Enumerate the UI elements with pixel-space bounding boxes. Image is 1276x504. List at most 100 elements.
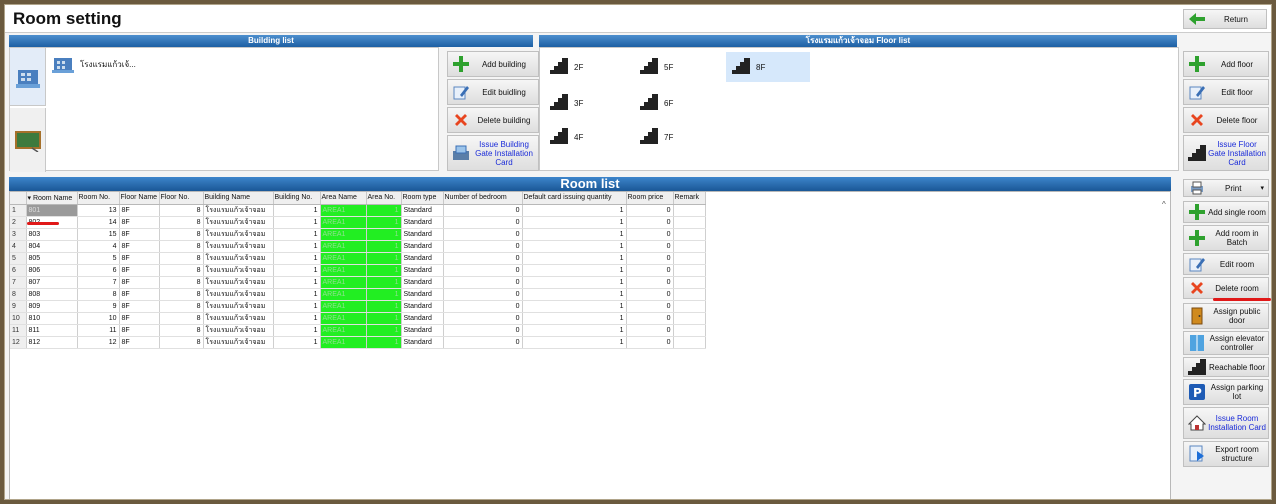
cell-area[interactable]: AREA1 (320, 300, 367, 313)
cell-price[interactable]: 0 (626, 300, 674, 313)
cell-price[interactable]: 0 (626, 324, 674, 337)
cell-bno[interactable]: 1 (273, 336, 321, 349)
cell-no[interactable]: 11 (77, 324, 120, 337)
cell-remark[interactable] (673, 276, 706, 289)
cell-cards[interactable]: 1 (522, 252, 627, 265)
cell-price[interactable]: 0 (626, 312, 674, 325)
cell-area[interactable]: AREA1 (320, 288, 367, 301)
cell-areano[interactable]: 1 (366, 216, 402, 229)
reachable-floor-button[interactable]: Reachable floor (1183, 357, 1269, 377)
cell-room[interactable]: 801 (26, 204, 78, 217)
cell-bno[interactable]: 1 (273, 312, 321, 325)
cell-cards[interactable]: 1 (522, 204, 627, 217)
cell-cards[interactable]: 1 (522, 300, 627, 313)
cell-floor[interactable]: 8F (119, 300, 160, 313)
cell-bno[interactable]: 1 (273, 276, 321, 289)
cell-remark[interactable] (673, 204, 706, 217)
col-room-price[interactable]: Room price (626, 192, 674, 205)
cell-bno[interactable]: 1 (273, 240, 321, 253)
cell-no[interactable]: 6 (77, 264, 120, 277)
cell-floorno[interactable]: 8 (159, 276, 204, 289)
cell-type[interactable]: Standard (401, 204, 444, 217)
scroll-up-arrow[interactable]: ^ (1162, 200, 1166, 209)
cell-areano[interactable]: 1 (366, 276, 402, 289)
cell-remark[interactable] (673, 252, 706, 265)
col-bedrooms[interactable]: Number of bedroom (443, 192, 523, 205)
cell-cards[interactable]: 1 (522, 216, 627, 229)
table-row[interactable]: 10 810 10 8F 8 โรงแรมแก้วเจ้าจอม 1 AREA1 1 Standa… (10, 312, 706, 325)
cell-bed[interactable]: 0 (443, 312, 523, 325)
cell-type[interactable]: Standard (401, 216, 444, 229)
cell-remark[interactable] (673, 216, 706, 229)
issue-building-gate-card-button[interactable]: Issue Building Gate Installation Card (447, 135, 539, 171)
building-tab[interactable] (10, 48, 46, 106)
print-button[interactable]: Print ▾ (1183, 179, 1269, 197)
cell-floor[interactable]: 8F (119, 240, 160, 253)
table-row[interactable]: 8 808 8 8F 8 โรงแรมแก้วเจ้าจอม 1 AREA1 1 Standard… (10, 288, 706, 301)
cell-bno[interactable]: 1 (273, 324, 321, 337)
col-room-name[interactable]: ▾ Room Name (26, 192, 78, 205)
floor-item-5f[interactable]: 5F (634, 52, 718, 82)
cell-bno[interactable]: 1 (273, 252, 321, 265)
cell-bed[interactable]: 0 (443, 216, 523, 229)
col-area-name[interactable]: Area Name (320, 192, 367, 205)
floor-item-6f[interactable]: 6F (634, 88, 718, 118)
cell-bno[interactable]: 1 (273, 300, 321, 313)
cell-bed[interactable]: 0 (443, 228, 523, 241)
cell-floor[interactable]: 8F (119, 204, 160, 217)
cell-cards[interactable]: 1 (522, 288, 627, 301)
delete-floor-button[interactable]: Delete floor (1183, 107, 1269, 133)
cell-price[interactable]: 0 (626, 288, 674, 301)
cell-room[interactable]: 810 (26, 312, 78, 325)
table-row[interactable]: 1 801 13 8F 8 โรงแรมแก้วเจ้าจอม 1 AREA1 1 Standar… (10, 204, 706, 217)
add-room-batch-button[interactable]: Add room in Batch (1183, 225, 1269, 251)
assign-elevator-controller-button[interactable]: Assign elevator controller (1183, 331, 1269, 355)
cell-floorno[interactable]: 8 (159, 216, 204, 229)
building-item[interactable]: โรงแรมแก้วเจ้... (52, 54, 136, 74)
delete-building-button[interactable]: Delete building (447, 107, 539, 133)
cell-room[interactable]: 805 (26, 252, 78, 265)
cell-floor[interactable]: 8F (119, 228, 160, 241)
cell-floor[interactable]: 8F (119, 288, 160, 301)
cell-cards[interactable]: 1 (522, 312, 627, 325)
floor-item-8f[interactable]: 8F (726, 52, 810, 82)
table-row[interactable]: 3 803 15 8F 8 โรงแรมแก้วเจ้าจอม 1 AREA1 1 Standar… (10, 228, 706, 241)
cell-floorno[interactable]: 8 (159, 288, 204, 301)
cell-no[interactable]: 7 (77, 276, 120, 289)
delete-room-button[interactable]: Delete room (1183, 277, 1269, 299)
floor-item-2f[interactable]: 2F (544, 52, 628, 82)
cell-bname[interactable]: โรงแรมแก้วเจ้าจอม (203, 312, 274, 325)
cell-price[interactable]: 0 (626, 228, 674, 241)
cell-area[interactable]: AREA1 (320, 252, 367, 265)
cell-cards[interactable]: 1 (522, 240, 627, 253)
cell-floor[interactable]: 8F (119, 216, 160, 229)
edit-room-button[interactable]: Edit room (1183, 253, 1269, 275)
cell-bed[interactable]: 0 (443, 204, 523, 217)
cell-no[interactable]: 4 (77, 240, 120, 253)
return-button[interactable]: Return (1183, 9, 1267, 29)
cell-price[interactable]: 0 (626, 204, 674, 217)
cell-type[interactable]: Standard (401, 324, 444, 337)
cell-areano[interactable]: 1 (366, 300, 402, 313)
cell-remark[interactable] (673, 240, 706, 253)
cell-no[interactable]: 8 (77, 288, 120, 301)
cell-areano[interactable]: 1 (366, 264, 402, 277)
cell-bed[interactable]: 0 (443, 300, 523, 313)
cell-bno[interactable]: 1 (273, 288, 321, 301)
cell-bname[interactable]: โรงแรมแก้วเจ้าจอม (203, 336, 274, 349)
cell-room[interactable]: 811 (26, 324, 78, 337)
cell-floorno[interactable]: 8 (159, 228, 204, 241)
cell-room[interactable]: 809 (26, 300, 78, 313)
cell-type[interactable]: Standard (401, 300, 444, 313)
cell-bname[interactable]: โรงแรมแก้วเจ้าจอม (203, 264, 274, 277)
cell-area[interactable]: AREA1 (320, 264, 367, 277)
cell-bno[interactable]: 1 (273, 204, 321, 217)
cell-type[interactable]: Standard (401, 312, 444, 325)
cell-floor[interactable]: 8F (119, 336, 160, 349)
area-tab[interactable] (10, 108, 46, 172)
cell-type[interactable]: Standard (401, 240, 444, 253)
table-row[interactable]: 12 812 12 8F 8 โรงแรมแก้วเจ้าจอม 1 AREA1 1 Standa… (10, 336, 706, 349)
col-remark[interactable]: Remark (673, 192, 706, 205)
cell-floor[interactable]: 8F (119, 276, 160, 289)
cell-no[interactable]: 13 (77, 204, 120, 217)
